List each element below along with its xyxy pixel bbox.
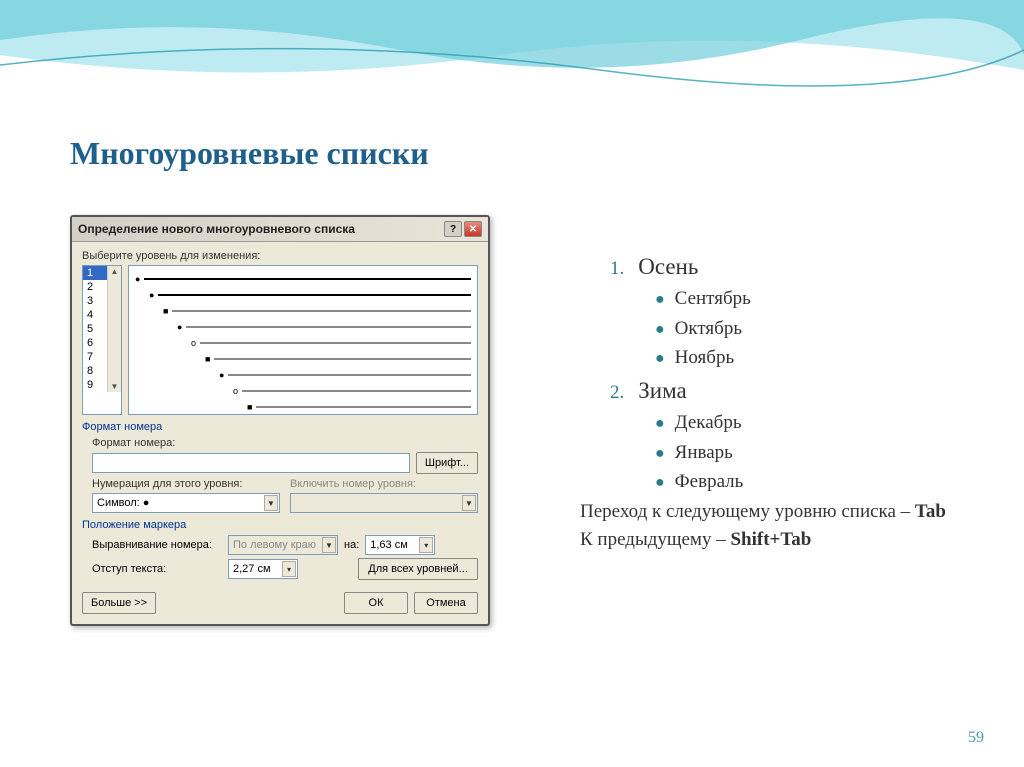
- level-item[interactable]: 5: [83, 322, 107, 336]
- bullet-icon: ●: [655, 288, 665, 311]
- list-subitem: ● Февраль: [580, 468, 980, 496]
- level-scrollbar[interactable]: ▲ ▼: [107, 266, 121, 392]
- format-number-input[interactable]: [92, 453, 410, 473]
- level-item[interactable]: 4: [83, 308, 107, 322]
- format-section-label: Формат номера: [82, 421, 478, 433]
- help-button[interactable]: ?: [444, 221, 462, 237]
- spinner-icon: ▾: [282, 561, 296, 577]
- list-subtext: Декабрь: [675, 409, 742, 437]
- list-subtext: Сентябрь: [675, 285, 751, 313]
- list-subtext: Ноябрь: [675, 344, 734, 372]
- note-text: Переход к следующему уровню списка – Tab: [580, 500, 980, 524]
- chevron-down-icon: ▼: [462, 495, 476, 511]
- at-position-value: 1,63 см: [370, 539, 408, 551]
- chevron-down-icon: ▼: [264, 495, 278, 511]
- ok-button[interactable]: ОК: [344, 592, 408, 614]
- numbering-style-select[interactable]: Символ: ● ▼: [92, 493, 280, 513]
- numbering-style-value: Символ: ●: [97, 497, 149, 509]
- font-button[interactable]: Шрифт...: [416, 452, 478, 474]
- list-subitem: ● Октябрь: [580, 315, 980, 343]
- level-item[interactable]: 9: [83, 378, 107, 392]
- chevron-down-icon: ▼: [322, 537, 336, 553]
- multilevel-list-dialog: Определение нового многоуровневого списк…: [70, 215, 490, 626]
- wave-decoration: [0, 0, 1024, 120]
- list-text: Зима: [638, 374, 686, 407]
- bullet-icon: ●: [655, 347, 665, 370]
- close-button[interactable]: ✕: [464, 221, 482, 237]
- at-label: на:: [344, 539, 359, 551]
- scroll-down-icon[interactable]: ▼: [111, 382, 119, 391]
- alignment-value: По левому краю: [233, 539, 316, 551]
- bullet-icon: ●: [655, 442, 665, 465]
- text-indent-value: 2,27 см: [233, 563, 271, 575]
- level-listbox[interactable]: 1 2 3 4 5 6 7 8 9 ▲ ▼: [82, 265, 122, 415]
- list-subtext: Октябрь: [675, 315, 742, 343]
- level-item[interactable]: 3: [83, 294, 107, 308]
- list-text: Осень: [638, 250, 698, 283]
- level-item[interactable]: 2: [83, 280, 107, 294]
- alignment-select[interactable]: По левому краю ▼: [228, 535, 338, 555]
- list-subtext: Февраль: [675, 468, 744, 496]
- at-position-spinner[interactable]: 1,63 см ▾: [365, 535, 435, 555]
- list-number: 2.: [610, 379, 624, 407]
- numbering-style-label: Нумерация для этого уровня:: [92, 478, 280, 490]
- include-level-label: Включить номер уровня:: [290, 478, 478, 490]
- list-item: 1. Осень: [580, 250, 980, 283]
- scroll-up-icon[interactable]: ▲: [111, 267, 119, 276]
- list-subitem: ● Декабрь: [580, 409, 980, 437]
- format-number-label: Формат номера:: [92, 437, 478, 449]
- dialog-title: Определение нового многоуровневого списк…: [78, 222, 355, 236]
- note-text: К предыдущему – Shift+Tab: [580, 528, 980, 552]
- list-preview: ● ● ■ ● o ■ ● o ■: [128, 265, 478, 415]
- text-indent-label: Отступ текста:: [92, 563, 222, 575]
- all-levels-button[interactable]: Для всех уровней...: [358, 558, 478, 580]
- alignment-label: Выравнивание номера:: [92, 539, 222, 551]
- include-level-select: ▼: [290, 493, 478, 513]
- list-subitem: ● Январь: [580, 439, 980, 467]
- example-list: 1. Осень ● Сентябрь ● Октябрь ● Ноябрь 2. З…: [580, 250, 980, 551]
- level-select-label: Выберите уровень для изменения:: [82, 250, 478, 262]
- slide-title: Многоуровневые списки: [70, 135, 429, 172]
- level-item[interactable]: 8: [83, 364, 107, 378]
- list-subitem: ● Ноябрь: [580, 344, 980, 372]
- level-item[interactable]: 6: [83, 336, 107, 350]
- bullet-icon: ●: [655, 471, 665, 494]
- text-indent-spinner[interactable]: 2,27 см ▾: [228, 559, 298, 579]
- cancel-button[interactable]: Отмена: [414, 592, 478, 614]
- list-subtext: Январь: [675, 439, 733, 467]
- level-item[interactable]: 7: [83, 350, 107, 364]
- spinner-icon: ▾: [419, 537, 433, 553]
- list-number: 1.: [610, 255, 624, 283]
- bullet-icon: ●: [655, 318, 665, 341]
- more-button[interactable]: Больше >>: [82, 592, 156, 614]
- level-item[interactable]: 1: [83, 266, 107, 280]
- bullet-icon: ●: [655, 412, 665, 435]
- list-item: 2. Зима: [580, 374, 980, 407]
- list-subitem: ● Сентябрь: [580, 285, 980, 313]
- page-number: 59: [968, 729, 984, 747]
- dialog-titlebar: Определение нового многоуровневого списк…: [72, 217, 488, 242]
- marker-section-label: Положение маркера: [82, 519, 478, 531]
